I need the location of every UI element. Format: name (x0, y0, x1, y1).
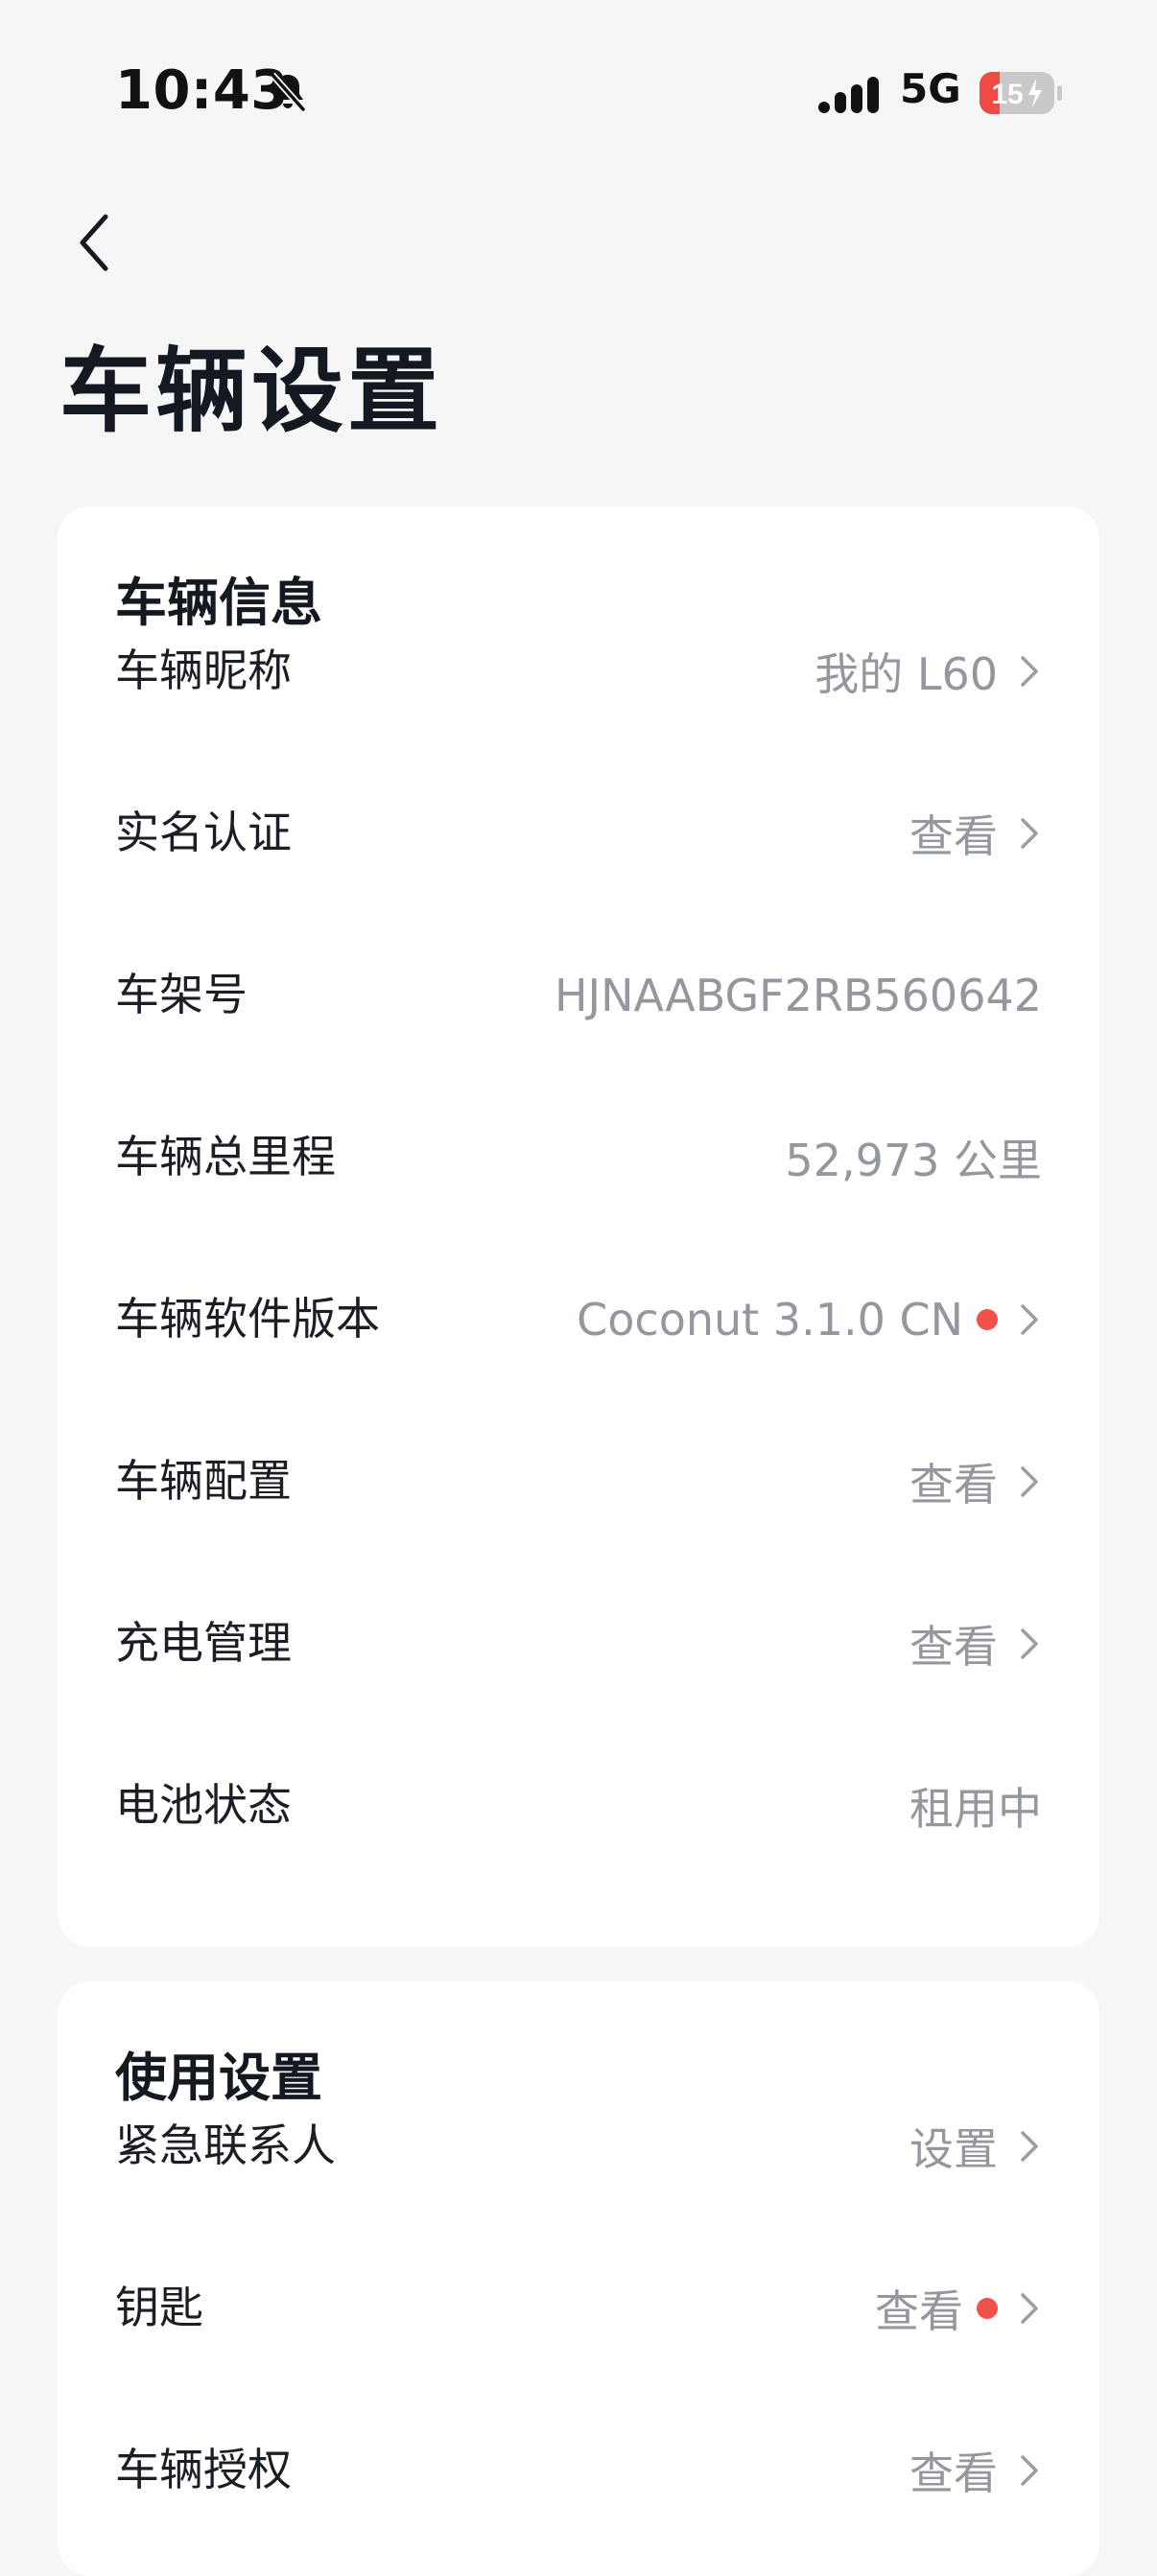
status-time: 10:43 (115, 59, 289, 122)
network-type: 5G (900, 65, 961, 112)
row-value: Coconut 3.1.0 CN (577, 1293, 963, 1346)
row-emergency-contact[interactable]: 紧急联系人 设置 (58, 2065, 1099, 2227)
row-right: 查看 (909, 752, 1042, 914)
row-vehicle-nickname[interactable]: 车辆昵称 我的 L60 (58, 590, 1099, 752)
row-real-name-verification[interactable]: 实名认证 查看 (58, 752, 1099, 914)
row-right: 查看 (875, 2227, 1042, 2389)
row-right: 查看 (909, 1400, 1042, 1562)
row-label: 电池状态 (115, 1779, 292, 1831)
row-label: 车辆软件版本 (115, 1293, 380, 1345)
status-bar: 10:43 5G 15 (0, 0, 1157, 182)
row-software-version[interactable]: 车辆软件版本 Coconut 3.1.0 CN (58, 1238, 1099, 1400)
chevron-right-icon (1021, 2292, 1038, 2324)
row-right: 租用中 (909, 1724, 1042, 1886)
row-value: 查看 (909, 809, 998, 862)
row-label: 实名认证 (115, 807, 292, 858)
row-label: 车辆配置 (115, 1455, 292, 1507)
chevron-right-icon (1021, 817, 1038, 849)
row-value: 查看 (909, 1620, 998, 1673)
row-battery-status: 电池状态 租用中 (58, 1724, 1099, 1886)
row-label: 车辆授权 (115, 2444, 292, 2495)
chevron-right-icon (1021, 1628, 1038, 1659)
row-total-mileage: 车辆总里程 52,973 公里 (58, 1076, 1099, 1238)
back-button[interactable] (67, 209, 125, 276)
vehicle-info-card: 车辆信息 车辆昵称 我的 L60 实名认证 查看 车架号 HJNAABGF2RB… (58, 506, 1099, 1947)
row-label: 车辆昵称 (115, 644, 292, 696)
row-value: 我的 L60 (815, 647, 998, 700)
chevron-right-icon (1021, 2454, 1038, 2486)
notification-badge-dot (977, 2297, 998, 2319)
row-right: HJNAABGF2RB560642 (555, 914, 1042, 1076)
row-right: 设置 (909, 2065, 1042, 2227)
bell-muted-icon (270, 72, 306, 112)
row-right: 查看 (909, 1562, 1042, 1724)
row-value: 租用中 (909, 1782, 1042, 1835)
row-value: 查看 (909, 1458, 998, 1510)
cellular-signal-icon (818, 77, 879, 113)
chevron-right-icon (1021, 1465, 1038, 1497)
row-label: 紧急联系人 (115, 2119, 336, 2171)
row-value: 查看 (875, 2284, 963, 2337)
row-value: HJNAABGF2RB560642 (554, 969, 1042, 1021)
battery-icon: 15 (980, 72, 1062, 114)
row-vin: 车架号 HJNAABGF2RB560642 (58, 914, 1099, 1076)
row-keys[interactable]: 钥匙 查看 (58, 2227, 1099, 2389)
battery-level: 15 (991, 79, 1023, 110)
row-label: 充电管理 (115, 1617, 292, 1669)
row-value: 52,973 公里 (785, 1134, 1042, 1186)
page-title: 车辆设置 (59, 338, 443, 445)
usage-settings-card: 使用设置 紧急联系人 设置 钥匙 查看 车辆授权 查看 (58, 1981, 1099, 2576)
chevron-right-icon (1021, 655, 1038, 687)
row-right: 我的 L60 (815, 590, 1042, 752)
chevron-right-icon (1021, 1303, 1038, 1335)
row-right: 查看 (909, 2389, 1042, 2551)
row-vehicle-configuration[interactable]: 车辆配置 查看 (58, 1400, 1099, 1562)
update-badge-dot (977, 1308, 998, 1330)
row-vehicle-authorization[interactable]: 车辆授权 查看 (58, 2389, 1099, 2551)
row-label: 钥匙 (115, 2282, 203, 2333)
row-charging-management[interactable]: 充电管理 查看 (58, 1562, 1099, 1724)
chevron-right-icon (1021, 2130, 1038, 2162)
row-value: 查看 (909, 2447, 998, 2499)
row-right: Coconut 3.1.0 CN (577, 1238, 1042, 1400)
row-value: 设置 (909, 2122, 998, 2175)
row-label: 车辆总里程 (115, 1131, 336, 1183)
row-label: 车架号 (115, 969, 248, 1020)
row-right: 52,973 公里 (785, 1076, 1042, 1238)
